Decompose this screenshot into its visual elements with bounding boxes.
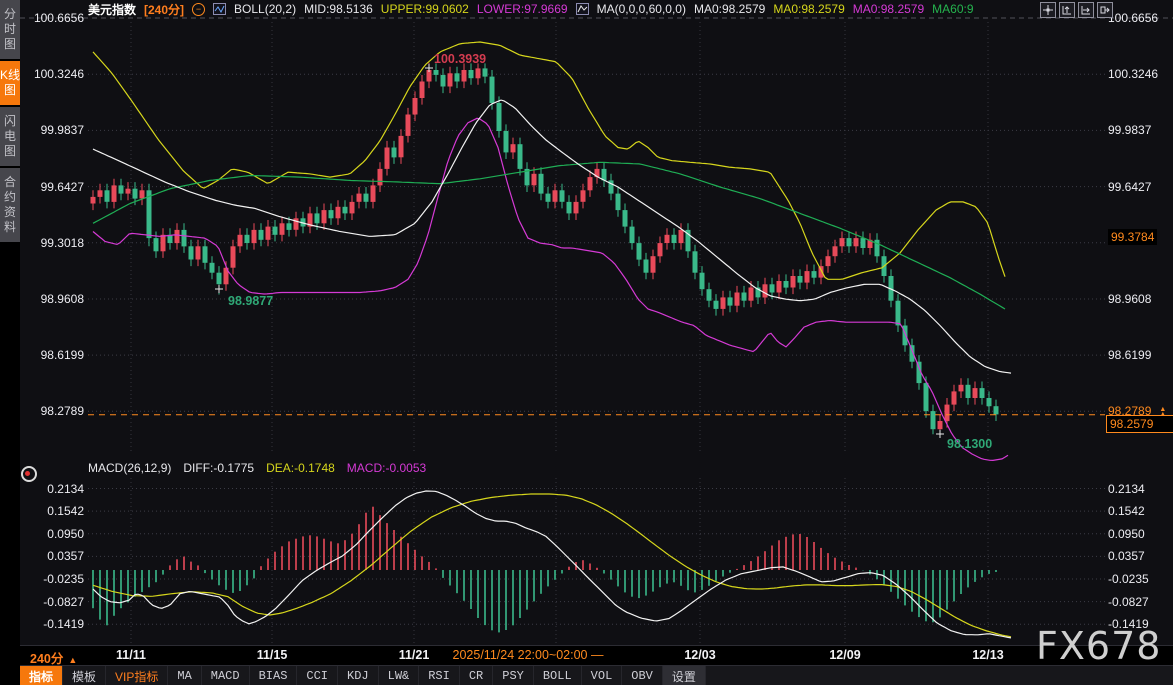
price-axis-label: 99.9837	[20, 123, 84, 137]
toolbar-item-obv[interactable]: OBV	[622, 666, 663, 685]
toolbar-item-[interactable]: 指标	[20, 666, 63, 685]
sidebar-tab-contract-info[interactable]: 合约资料	[0, 168, 20, 242]
boll-mid-value: MID:98.5136	[304, 2, 373, 16]
chevron-up-icon: ▲	[68, 655, 77, 665]
toolbar-item-cr[interactable]: CR	[460, 666, 493, 685]
toolbar-item-macd[interactable]: MACD	[202, 666, 250, 685]
x-axis-date-label: 11/15	[257, 648, 288, 662]
price-axis-label: 98.6199	[20, 348, 84, 362]
price-axis-label: 99.6427	[20, 180, 84, 194]
toolbar-item-lw[interactable]: LW&	[379, 666, 420, 685]
toolbar-item-cci[interactable]: CCI	[297, 666, 338, 685]
indicator-toolbar: 指标模板VIP指标MAMACDBIASCCIKDJLW&RSICRPSYBOLL…	[20, 665, 1173, 685]
toolbar-item-vip[interactable]: VIP指标	[106, 666, 168, 685]
macd-axis-label: -0.0827	[20, 595, 84, 609]
toolbar-item-kdj[interactable]: KDJ	[338, 666, 379, 685]
macd-axis-label: 0.2134	[1108, 482, 1145, 496]
ma0-white-value: MA0:98.2579	[694, 2, 765, 16]
toolbar-item-vol[interactable]: VOL	[582, 666, 623, 685]
x-axis-date-label: 12/13	[972, 648, 1003, 662]
macd-axis-label: 0.1542	[20, 504, 84, 518]
macd-diff-value: DIFF:-0.1775	[183, 461, 254, 475]
svg-text:98.9877: 98.9877	[228, 294, 273, 308]
chart-toolbar-icons	[1040, 2, 1113, 18]
x-axis-date-label: 12/09	[829, 648, 860, 662]
kline-chart-surface[interactable]: 100.3939 98.9877 98.1300	[0, 0, 1173, 685]
svg-text:100.3939: 100.3939	[434, 52, 486, 66]
sidebar-tab-kline-chart[interactable]: K线图	[0, 61, 20, 105]
toolbar-item-ma[interactable]: MA	[168, 666, 201, 685]
macd-header: MACD(26,12,9) DIFF:-0.1775 DEA:-0.1748 M…	[88, 460, 426, 476]
boll-lower-value: LOWER:97.9669	[477, 2, 568, 16]
macd-axis-label: 0.0950	[1108, 527, 1145, 541]
zoom-axis-up-icon[interactable]	[1059, 2, 1075, 18]
chart-application-window: 100.393998.987798.1300 分时图 K线图 闪电图 合约资料 …	[0, 0, 1173, 685]
macd-axis-label: 0.0357	[1108, 549, 1145, 563]
period-label[interactable]: [240分]	[144, 1, 184, 18]
ma60-green-value: MA60:9	[932, 2, 973, 16]
price-axis-label: 99.9837	[1108, 123, 1151, 137]
pan-right-icon[interactable]	[1097, 2, 1113, 18]
macd-macd-value: MACD:-0.0053	[347, 461, 426, 475]
macd-axis-label: 0.0357	[20, 549, 84, 563]
ma-indicator-icon[interactable]	[576, 3, 589, 15]
toolbar-item-[interactable]: 设置	[663, 666, 706, 685]
x-axis-date-label: 12/03	[684, 648, 715, 662]
macd-axis-label: -0.1419	[20, 617, 84, 631]
macd-params-label: MACD(26,12,9)	[88, 461, 171, 475]
ma0-yellow-value: MA0:98.2579	[773, 2, 844, 16]
price-axis-label: 98.9608	[1108, 292, 1151, 306]
price-axis-label: 98.9608	[20, 292, 84, 306]
price-axis-label: 100.3246	[20, 67, 84, 81]
macd-axis-label: 0.0950	[20, 527, 84, 541]
watermark: FX678	[1036, 624, 1161, 668]
price-axis-label: 100.3246	[1108, 67, 1158, 81]
sidebar-tab-time-chart[interactable]: 分时图	[0, 0, 20, 59]
indicator-header: 美元指数 [240分] − BOLL(20,2) MID:98.5136 UPP…	[20, 0, 1173, 18]
selected-range-label: 2025/11/24 22:00~02:00 —	[449, 648, 608, 662]
ma-params-label: MA(0,0,0,60,0,0)	[597, 2, 686, 16]
macd-axis-label: -0.0235	[20, 572, 84, 586]
macd-dea-value: DEA:-0.1748	[266, 461, 335, 475]
toolbar-item-bias[interactable]: BIAS	[250, 666, 298, 685]
x-axis-date-label: 11/11	[116, 648, 146, 662]
ma0-magenta-value: MA0:98.2579	[853, 2, 924, 16]
toolbar-item-boll[interactable]: BOLL	[534, 666, 582, 685]
x-axis-row: 240分▲ 11/1111/1511/2112/0312/0912/13 202…	[20, 645, 1173, 666]
toolbar-item-psy[interactable]: PSY	[493, 666, 534, 685]
boll-params-label: BOLL(20,2)	[234, 2, 296, 16]
sidebar-tab-flash-chart[interactable]: 闪电图	[0, 107, 20, 166]
toolbar-item-rsi[interactable]: RSI	[419, 666, 460, 685]
symbol-title: 美元指数	[88, 1, 136, 18]
svg-text:98.1300: 98.1300	[947, 437, 992, 451]
x-axis-date-label: 11/21	[399, 648, 430, 662]
current-price-tag: 98.2579	[1106, 415, 1173, 433]
price-axis-label: 98.6199	[1108, 348, 1151, 362]
boll-indicator-icon[interactable]	[213, 3, 226, 15]
price-axis-label: 99.6427	[1108, 180, 1151, 194]
crosshair-icon[interactable]	[1040, 2, 1056, 18]
price-axis-label: 99.3018	[20, 236, 84, 250]
boll-upper-value: UPPER:99.0602	[381, 2, 469, 16]
prev-close-price-tag: 99.3784	[1108, 229, 1157, 245]
macd-axis-label: 0.2134	[20, 482, 84, 496]
macd-axis-label: -0.0827	[1108, 595, 1149, 609]
toolbar-item-[interactable]: 模板	[63, 666, 106, 685]
macd-axis-label: -0.0235	[1108, 572, 1149, 586]
zoom-axis-right-icon[interactable]	[1078, 2, 1094, 18]
circle-minus-icon[interactable]: −	[192, 3, 205, 16]
price-axis-label: 98.2789	[20, 404, 84, 418]
pane-record-icon[interactable]	[21, 466, 37, 482]
macd-axis-label: 0.1542	[1108, 504, 1145, 518]
sidebar: 分时图 K线图 闪电图 合约资料	[0, 0, 20, 685]
